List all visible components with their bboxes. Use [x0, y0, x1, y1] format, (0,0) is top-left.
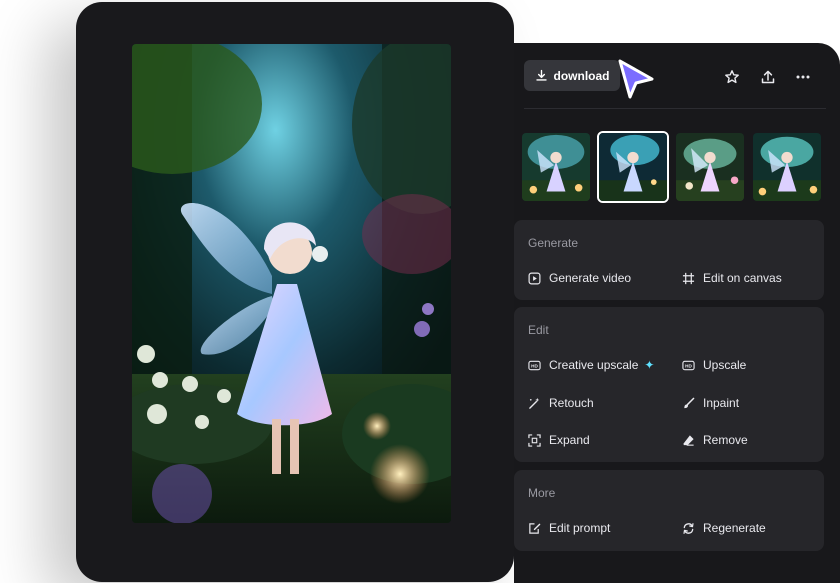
hd-icon: HD: [528, 359, 541, 372]
action-label: Generate video: [549, 271, 632, 285]
star-icon[interactable]: [723, 68, 741, 86]
share-icon[interactable]: [759, 68, 777, 86]
action-label: Edit prompt: [549, 521, 611, 535]
edit-section: Edit HD Creative upscale ✦ HD Upscale Re…: [514, 307, 824, 462]
svg-text:HD: HD: [685, 363, 692, 368]
action-label: Remove: [703, 433, 748, 447]
more-section: More Edit prompt Regenerate: [514, 470, 824, 551]
more-icon[interactable]: [794, 68, 812, 86]
generate-section: Generate Generate video Edit on canvas: [514, 220, 824, 300]
canvas-icon: [682, 272, 695, 285]
toolbar: download: [524, 60, 840, 92]
action-label: Retouch: [549, 396, 594, 410]
sparkle-icon: ✦: [644, 358, 655, 372]
retouch-button[interactable]: Retouch: [528, 396, 594, 410]
edit-on-canvas-button[interactable]: Edit on canvas: [682, 271, 782, 285]
action-label: Upscale: [703, 358, 747, 372]
svg-text:HD: HD: [531, 363, 538, 368]
actions-panel: download Generate Generate video Edit on…: [514, 43, 840, 583]
brush-icon: [682, 397, 695, 410]
generate-video-button[interactable]: Generate video: [528, 271, 631, 285]
hd-icon: HD: [682, 359, 695, 372]
upscale-button[interactable]: HD Upscale: [682, 358, 746, 372]
generated-image[interactable]: [132, 44, 451, 523]
play-icon: [528, 272, 541, 285]
thumbnail[interactable]: [674, 131, 746, 203]
inpaint-button[interactable]: Inpaint: [682, 396, 739, 410]
download-icon: [535, 69, 547, 81]
pointer-cursor-icon: [618, 59, 654, 99]
creative-upscale-button[interactable]: HD Creative upscale ✦: [528, 358, 654, 372]
download-button[interactable]: download: [524, 60, 620, 91]
section-title: More: [528, 486, 556, 500]
section-title: Generate: [528, 236, 579, 250]
action-label: Expand: [549, 433, 590, 447]
thumbnail[interactable]: [751, 131, 823, 203]
remove-button[interactable]: Remove: [682, 433, 748, 447]
eraser-icon: [682, 434, 695, 447]
regenerate-button[interactable]: Regenerate: [682, 521, 766, 535]
action-label: Edit on canvas: [703, 271, 782, 285]
edit-prompt-icon: [528, 522, 541, 535]
toolbar-divider: [524, 108, 826, 109]
expand-icon: [528, 433, 541, 447]
action-label: Creative upscale: [549, 358, 639, 372]
fairy-image: [132, 44, 451, 523]
section-title: Edit: [528, 323, 549, 337]
thumbnail-selected[interactable]: [597, 131, 669, 203]
regenerate-icon: [682, 522, 695, 535]
magic-wand-icon: [528, 397, 541, 410]
download-label: download: [553, 68, 610, 83]
edit-prompt-button[interactable]: Edit prompt: [528, 521, 610, 535]
action-label: Inpaint: [703, 396, 740, 410]
thumbnail-strip: [520, 131, 823, 203]
image-preview-panel: [76, 2, 514, 582]
expand-button[interactable]: Expand: [528, 433, 590, 447]
thumbnail[interactable]: [520, 131, 592, 203]
action-label: Regenerate: [703, 521, 766, 535]
